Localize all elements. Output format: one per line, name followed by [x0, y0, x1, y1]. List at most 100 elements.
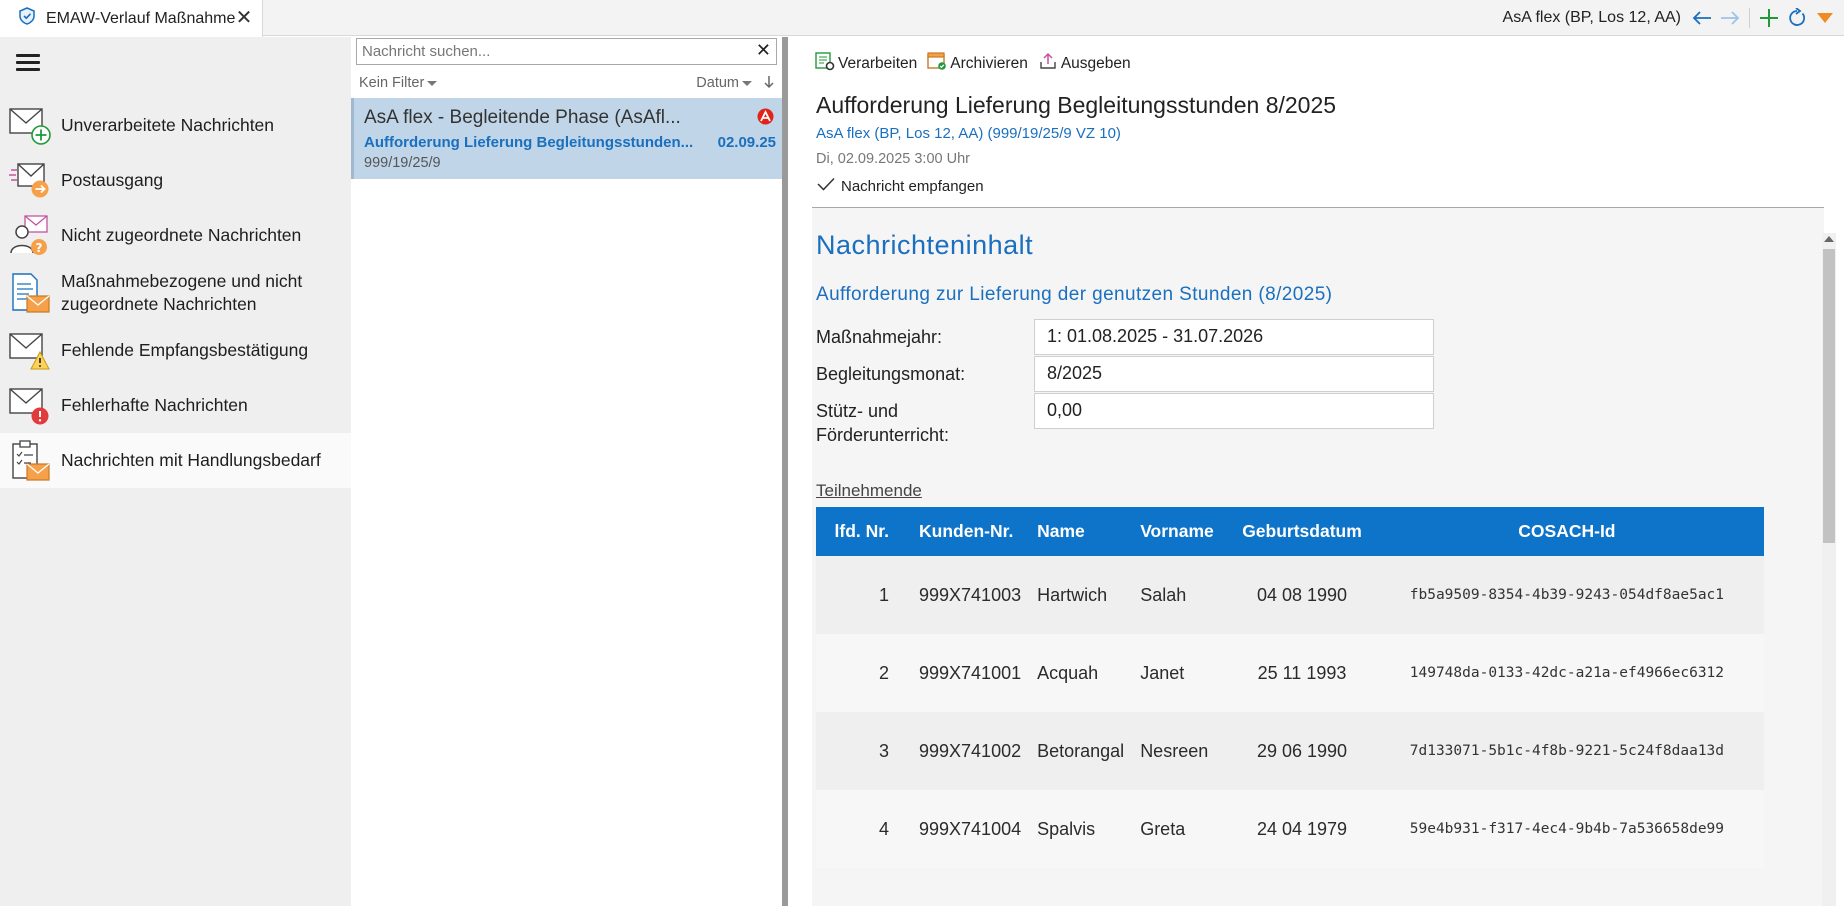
document-tab[interactable]: EMAW-Verlauf Maßnahme ✕	[0, 0, 263, 37]
column-header: lfd. Nr.	[816, 507, 911, 556]
filter-label: Kein Filter	[359, 75, 425, 91]
field-value-tutoring: 0,00	[1034, 393, 1434, 429]
cell-customer-number: 999X741003	[911, 556, 1030, 634]
archive-label: Archivieren	[950, 54, 1028, 72]
sort-direction-icon[interactable]	[764, 75, 774, 93]
search-input[interactable]	[357, 39, 747, 64]
chevron-down-icon	[742, 80, 752, 86]
nav-item-measure-related[interactable]: Maßnahmebezogene und nicht zugeordnete N…	[0, 263, 351, 323]
participants-link[interactable]: Teilnehmende	[816, 481, 922, 501]
envelope-send-icon	[9, 160, 51, 202]
nav-item-label: Maßnahmebezogene und nicht zugeordnete N…	[61, 271, 303, 314]
hamburger-menu-icon[interactable]	[16, 54, 40, 72]
back-arrow-icon[interactable]	[1689, 5, 1715, 31]
cell-birthdate: 29 06 1990	[1234, 712, 1370, 790]
toolbar: Verarbeiten Archivieren Ausgeben	[815, 51, 1131, 76]
nav-item-outbox[interactable]: Postausgang	[0, 153, 351, 208]
window-context-label: AsA flex (BP, Los 12, AA)	[1502, 9, 1681, 26]
status-label: Nachricht empfangen	[841, 177, 984, 195]
process-gear-icon	[815, 51, 835, 76]
message-status: Nachricht empfangen	[817, 177, 984, 195]
process-label: Verarbeiten	[838, 54, 918, 72]
cell-index: 2	[816, 634, 911, 712]
content-heading: Nachrichteninhalt	[816, 230, 1034, 260]
cell-first-name: Janet	[1132, 634, 1235, 712]
field-label-support-month: Begleitungsmonat:	[816, 364, 966, 384]
cell-customer-number: 999X741004	[911, 790, 1030, 868]
envelope-error-icon	[9, 385, 51, 427]
left-navigation: Unverarbeitete Nachrichten Postausgang ?…	[0, 37, 351, 906]
content-scrollbar[interactable]	[1822, 233, 1836, 906]
cell-customer-number: 999X741001	[911, 634, 1030, 712]
forward-arrow-icon[interactable]	[1717, 5, 1743, 31]
field-label-measure-year: Maßnahmejahr:	[816, 327, 943, 347]
cell-cosach-id: 59e4b931-f317-4ec4-9b4b-7a536658de99	[1369, 790, 1764, 868]
document-envelope-icon	[9, 272, 51, 314]
message-subject: Aufforderung Lieferung Begleitungsstunde…	[364, 134, 694, 151]
cell-cosach-id: 7d133071-5b1c-4f8b-9221-5c24f8daa13d	[1369, 712, 1764, 790]
nav-item-missing-receipt[interactable]: Fehlende Empfangsbestätigung	[0, 323, 351, 378]
column-header: Name	[1029, 507, 1133, 556]
archive-button[interactable]: Archivieren	[927, 51, 1028, 76]
dropdown-triangle-icon[interactable]	[1812, 5, 1838, 31]
sort-dropdown[interactable]: Datum	[696, 75, 752, 91]
table-row: 1 999X741003 Hartwich Salah 04 08 1990 f…	[816, 556, 1764, 634]
checkmark-icon	[817, 177, 835, 195]
message-title: AsA flex - Begleitende Phase (AsAfl...	[364, 107, 681, 128]
title-actions	[1689, 5, 1838, 31]
table-row: 3 999X741002 Betorangal Nesreen 29 06 19…	[816, 712, 1764, 790]
archive-icon	[927, 51, 947, 76]
nav-item-unprocessed[interactable]: Unverarbeitete Nachrichten	[0, 98, 351, 153]
clipboard-envelope-icon	[9, 439, 51, 482]
nav-list: Unverarbeitete Nachrichten Postausgang ?…	[0, 98, 351, 488]
column-header: COSACH-Id	[1369, 507, 1764, 556]
nav-item-action-required[interactable]: Nachrichten mit Handlungsbedarf	[0, 433, 351, 488]
message-datetime: Di, 02.09.2025 3:00 Uhr	[816, 151, 970, 167]
message-list-panel: ✕ Kein Filter Datum AsA flex - Begleiten…	[351, 37, 782, 906]
title-bar: EMAW-Verlauf Maßnahme ✕ AsA flex (BP, Lo…	[0, 0, 1844, 37]
nav-item-label: Unverarbeitete Nachrichten	[61, 115, 275, 135]
cell-cosach-id: 149748da-0133-42dc-a21a-ef4966ec6312	[1369, 634, 1764, 712]
cell-last-name: Acquah	[1029, 634, 1133, 712]
search-box: ✕	[356, 38, 777, 65]
nav-item-label: Fehlende Empfangsbestätigung	[61, 340, 309, 360]
add-icon[interactable]	[1756, 5, 1782, 31]
message-date: 02.09.25	[717, 134, 776, 151]
agency-logo-icon	[757, 108, 774, 125]
cell-last-name: Hartwich	[1029, 556, 1133, 634]
refresh-icon[interactable]	[1784, 5, 1810, 31]
svg-text:?: ?	[36, 241, 43, 255]
measure-context-link[interactable]: AsA flex (BP, Los 12, AA) (999/19/25/9 V…	[816, 125, 1121, 142]
nav-item-label: Nachrichten mit Handlungsbedarf	[61, 450, 321, 470]
chevron-down-icon	[427, 80, 438, 86]
clear-search-icon[interactable]: ✕	[756, 40, 771, 61]
table-row: 4 999X741004 Spalvis Greta 24 04 1979 59…	[816, 790, 1764, 868]
column-header: Vorname	[1132, 507, 1235, 556]
output-label: Ausgeben	[1060, 54, 1131, 72]
output-button[interactable]: Ausgeben	[1038, 51, 1131, 76]
cell-first-name: Greta	[1132, 790, 1235, 868]
process-button[interactable]: Verarbeiten	[815, 51, 917, 76]
field-value-support-month: 8/2025	[1034, 356, 1434, 392]
sort-label: Datum	[696, 75, 739, 91]
scrollbar-thumb[interactable]	[1823, 249, 1835, 543]
close-tab-icon[interactable]: ✕	[234, 8, 254, 28]
cell-customer-number: 999X741002	[911, 712, 1030, 790]
field-value-measure-year: 1: 01.08.2025 - 31.07.2026	[1034, 319, 1434, 355]
nav-item-faulty[interactable]: Fehlerhafte Nachrichten	[0, 378, 351, 433]
cell-first-name: Nesreen	[1132, 712, 1235, 790]
scroll-up-icon[interactable]	[1824, 236, 1834, 242]
filter-row: Kein Filter Datum	[351, 73, 782, 95]
message-reference: 999/19/25/9	[364, 155, 441, 171]
export-upload-icon	[1038, 51, 1058, 76]
nav-item-label: Nicht zugeordnete Nachrichten	[61, 225, 302, 245]
list-item[interactable]: AsA flex - Begleitende Phase (AsAfl... A…	[351, 98, 782, 179]
cell-first-name: Salah	[1132, 556, 1235, 634]
cell-last-name: Betorangal	[1029, 712, 1133, 790]
cell-index: 3	[816, 712, 911, 790]
filter-dropdown[interactable]: Kein Filter	[359, 75, 438, 91]
tab-title: EMAW-Verlauf Maßnahme	[46, 9, 236, 27]
nav-item-label: Fehlerhafte Nachrichten	[61, 395, 248, 415]
cell-birthdate: 25 11 1993	[1234, 634, 1370, 712]
nav-item-unassigned[interactable]: ? Nicht zugeordnete Nachrichten	[0, 208, 351, 263]
